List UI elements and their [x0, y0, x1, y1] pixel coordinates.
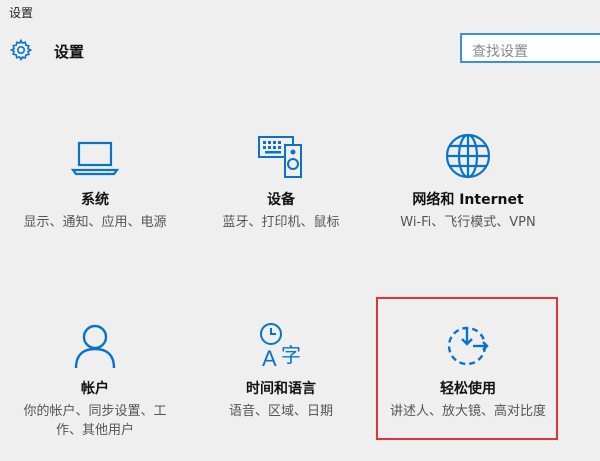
tile-name: 时间和语言	[246, 381, 316, 397]
window-title: 设置	[9, 6, 34, 20]
tile-desc: 语音、区域、日期	[228, 404, 333, 419]
person-icon	[74, 324, 116, 368]
devices-icon	[258, 136, 302, 178]
time-language-icon: A 字	[260, 323, 301, 368]
globe-icon	[445, 133, 491, 179]
laptop-icon	[70, 141, 120, 176]
tile-time-language[interactable]: A 字 时间和语言 语音、区域、日期	[186, 322, 376, 421]
highlight-box	[376, 297, 558, 440]
page-title: 设置	[54, 43, 85, 61]
tile-network[interactable]: 网络和 Internet Wi-Fi、飞行模式、VPN	[373, 133, 563, 232]
tile-accounts[interactable]: 帐户 你的帐户、同步设置、工作、其他用户	[0, 322, 190, 440]
svg-text:A: A	[262, 346, 277, 368]
tile-name: 网络和 Internet	[412, 192, 524, 208]
tile-desc: Wi-Fi、飞行模式、VPN	[400, 215, 536, 230]
tile-desc: 显示、通知、应用、电源	[23, 215, 167, 230]
tile-devices[interactable]: 设备 蓝牙、打印机、鼠标	[186, 133, 376, 232]
tile-name: 系统	[81, 192, 109, 208]
gear-icon	[9, 38, 33, 62]
tile-desc: 你的帐户、同步设置、工作、其他用户	[23, 404, 167, 438]
search-input[interactable]: 查找设置	[460, 33, 600, 63]
svg-text:字: 字	[281, 343, 301, 367]
tile-name: 设备	[267, 192, 295, 208]
tile-desc: 蓝牙、打印机、鼠标	[222, 215, 340, 230]
tile-name: 帐户	[81, 381, 109, 397]
tile-system[interactable]: 系统 显示、通知、应用、电源	[0, 133, 190, 232]
